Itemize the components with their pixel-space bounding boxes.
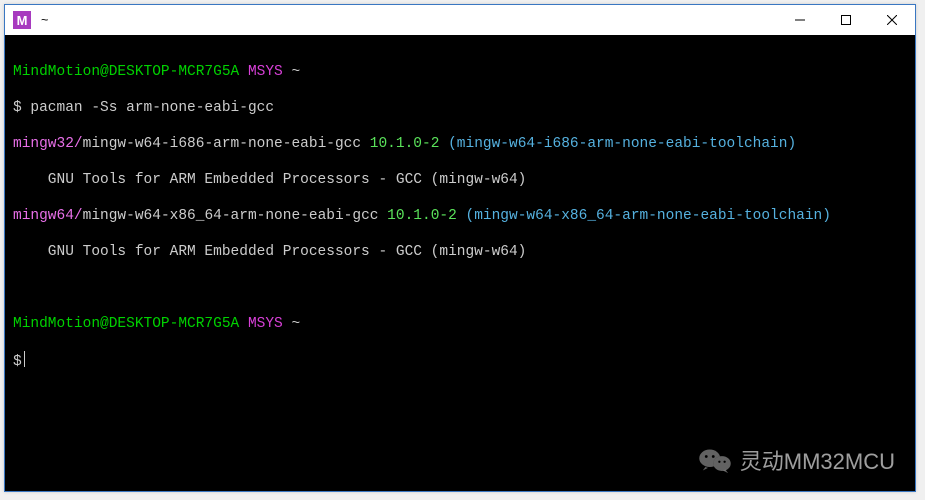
prompt-host: DESKTOP-MCR7G5A (109, 64, 240, 80)
command-text: pacman -Ss arm-none-eabi-gcc (30, 100, 274, 116)
prompt-at: @ (100, 316, 109, 332)
command-line: $ pacman -Ss arm-none-eabi-gcc (13, 99, 907, 117)
pkg-name: mingw-w64-x86_64-arm-none-eabi-gcc (83, 208, 379, 224)
pkg-desc-1: GNU Tools for ARM Embedded Processors - … (13, 171, 907, 189)
prompt-user: MindMotion (13, 64, 100, 80)
cursor-line: $ (13, 351, 907, 371)
blank-line (13, 279, 907, 297)
prompt-user: MindMotion (13, 316, 100, 332)
pkg-group: (mingw-w64-x86_64-arm-none-eabi-toolchai… (466, 208, 831, 224)
terminal-body[interactable]: MindMotion@DESKTOP-MCR7G5A MSYS ~ $ pacm… (5, 35, 915, 491)
pkg-group: (mingw-w64-i686-arm-none-eabi-toolchain) (448, 136, 796, 152)
prompt-at: @ (100, 64, 109, 80)
prompt-path: ~ (291, 64, 300, 80)
maximize-button[interactable] (823, 5, 869, 35)
repo-name: mingw64/ (13, 208, 83, 224)
prompt-env: MSYS (248, 64, 283, 80)
pkg-name: mingw-w64-i686-arm-none-eabi-gcc (83, 136, 361, 152)
titlebar[interactable]: M ~ (5, 5, 915, 35)
minimize-icon (795, 15, 805, 25)
close-icon (887, 15, 897, 25)
prompt-line: MindMotion@DESKTOP-MCR7G5A MSYS ~ (13, 63, 907, 81)
pkg-version: 10.1.0-2 (361, 136, 448, 152)
prompt-symbol: $ (13, 100, 22, 116)
prompt-env: MSYS (248, 316, 283, 332)
pkg-version: 10.1.0-2 (378, 208, 465, 224)
prompt-path: ~ (291, 316, 300, 332)
terminal-window: M ~ MindMotion@DESKTOP-MCR7G5A MSYS ~ $ … (4, 4, 916, 492)
pkg-line-2: mingw64/mingw-w64-x86_64-arm-none-eabi-g… (13, 207, 907, 225)
prompt-host: DESKTOP-MCR7G5A (109, 316, 240, 332)
close-button[interactable] (869, 5, 915, 35)
repo-name: mingw32/ (13, 136, 83, 152)
app-icon-letter: M (17, 14, 28, 27)
app-icon: M (13, 11, 31, 29)
maximize-icon (841, 15, 851, 25)
minimize-button[interactable] (777, 5, 823, 35)
pkg-line-1: mingw32/mingw-w64-i686-arm-none-eabi-gcc… (13, 135, 907, 153)
text-cursor (24, 351, 25, 367)
pkg-desc-2: GNU Tools for ARM Embedded Processors - … (13, 243, 907, 261)
window-controls (777, 5, 915, 35)
window-title: ~ (41, 13, 48, 27)
prompt-line-2: MindMotion@DESKTOP-MCR7G5A MSYS ~ (13, 315, 907, 333)
prompt-symbol: $ (13, 354, 22, 370)
